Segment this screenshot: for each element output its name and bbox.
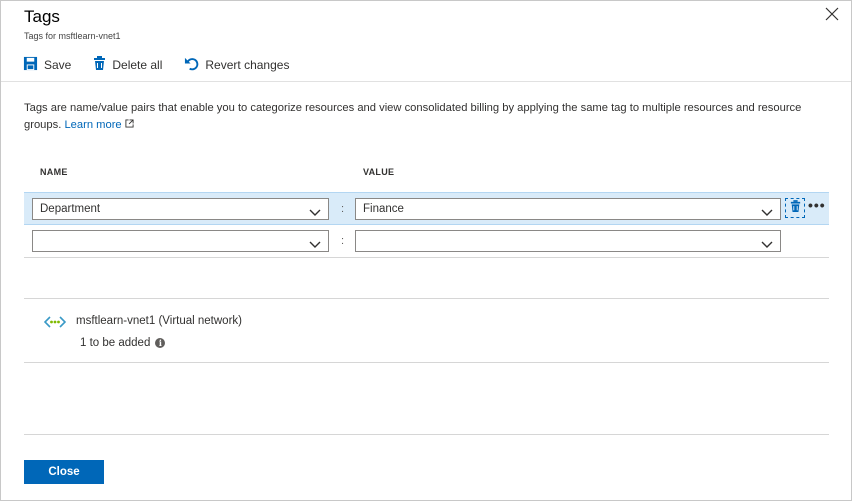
blade-title: Tags bbox=[24, 7, 60, 26]
virtual-network-icon bbox=[43, 316, 67, 331]
tag-name-value: Department bbox=[40, 203, 101, 215]
revert-changes-button[interactable]: Revert changes bbox=[184, 56, 289, 74]
tag-row[interactable]: Department : Finance ••• bbox=[24, 192, 829, 225]
more-options-icon[interactable]: ••• bbox=[808, 197, 826, 213]
separator: : bbox=[341, 235, 345, 247]
delete-all-button[interactable]: Delete all bbox=[93, 56, 162, 74]
close-icon[interactable] bbox=[825, 7, 841, 23]
resource-type-text: (Virtual network) bbox=[158, 315, 242, 327]
chevron-down-icon bbox=[309, 204, 321, 224]
value-column-header: VALUE bbox=[363, 167, 395, 177]
info-icon[interactable]: i bbox=[155, 338, 166, 348]
resource-status-text: 1 to be added bbox=[80, 337, 151, 349]
resource-name-text: msftlearn-vnet1 bbox=[76, 315, 156, 327]
learn-more-label: Learn more bbox=[64, 119, 122, 131]
save-label: Save bbox=[44, 58, 72, 72]
tag-name-dropdown[interactable] bbox=[32, 230, 329, 252]
divider bbox=[24, 434, 829, 435]
toolbar-divider bbox=[1, 81, 851, 82]
revert-changes-label: Revert changes bbox=[205, 58, 290, 72]
divider bbox=[24, 298, 829, 299]
save-button[interactable]: Save bbox=[23, 56, 71, 74]
description: Tags are name/value pairs that enable yo… bbox=[24, 100, 824, 134]
undo-icon bbox=[184, 56, 205, 74]
tag-value-dropdown[interactable] bbox=[355, 230, 781, 252]
toolbar: Save Delete all Revert changes bbox=[23, 55, 311, 75]
trash-icon bbox=[790, 200, 801, 216]
tag-name-dropdown[interactable]: Department bbox=[32, 198, 329, 220]
trash-icon bbox=[93, 56, 112, 74]
tag-value-dropdown[interactable]: Finance bbox=[355, 198, 781, 220]
tags-blade: Tags Tags for msftlearn-vnet1 Save Delet… bbox=[0, 0, 852, 501]
delete-all-label: Delete all bbox=[112, 58, 163, 72]
chevron-down-icon bbox=[761, 236, 773, 256]
resource-status: 1 to be added i bbox=[80, 337, 166, 349]
resource-name: msftlearn-vnet1 (Virtual network) bbox=[76, 315, 242, 327]
name-column-header: NAME bbox=[40, 167, 68, 177]
chevron-down-icon bbox=[309, 236, 321, 256]
learn-more-link[interactable]: Learn more bbox=[64, 119, 121, 131]
tag-value-value: Finance bbox=[363, 203, 404, 215]
chevron-down-icon bbox=[761, 204, 773, 224]
divider bbox=[24, 362, 829, 363]
save-icon bbox=[23, 56, 44, 74]
divider bbox=[24, 257, 829, 258]
close-button[interactable]: Close bbox=[24, 460, 104, 484]
tag-row: : bbox=[24, 225, 829, 258]
description-text: Tags are name/value pairs that enable yo… bbox=[24, 102, 802, 131]
delete-tag-button[interactable] bbox=[785, 198, 805, 218]
blade-subtitle: Tags for msftlearn-vnet1 bbox=[24, 31, 121, 41]
separator: : bbox=[341, 203, 345, 215]
external-link-icon[interactable] bbox=[125, 119, 134, 131]
